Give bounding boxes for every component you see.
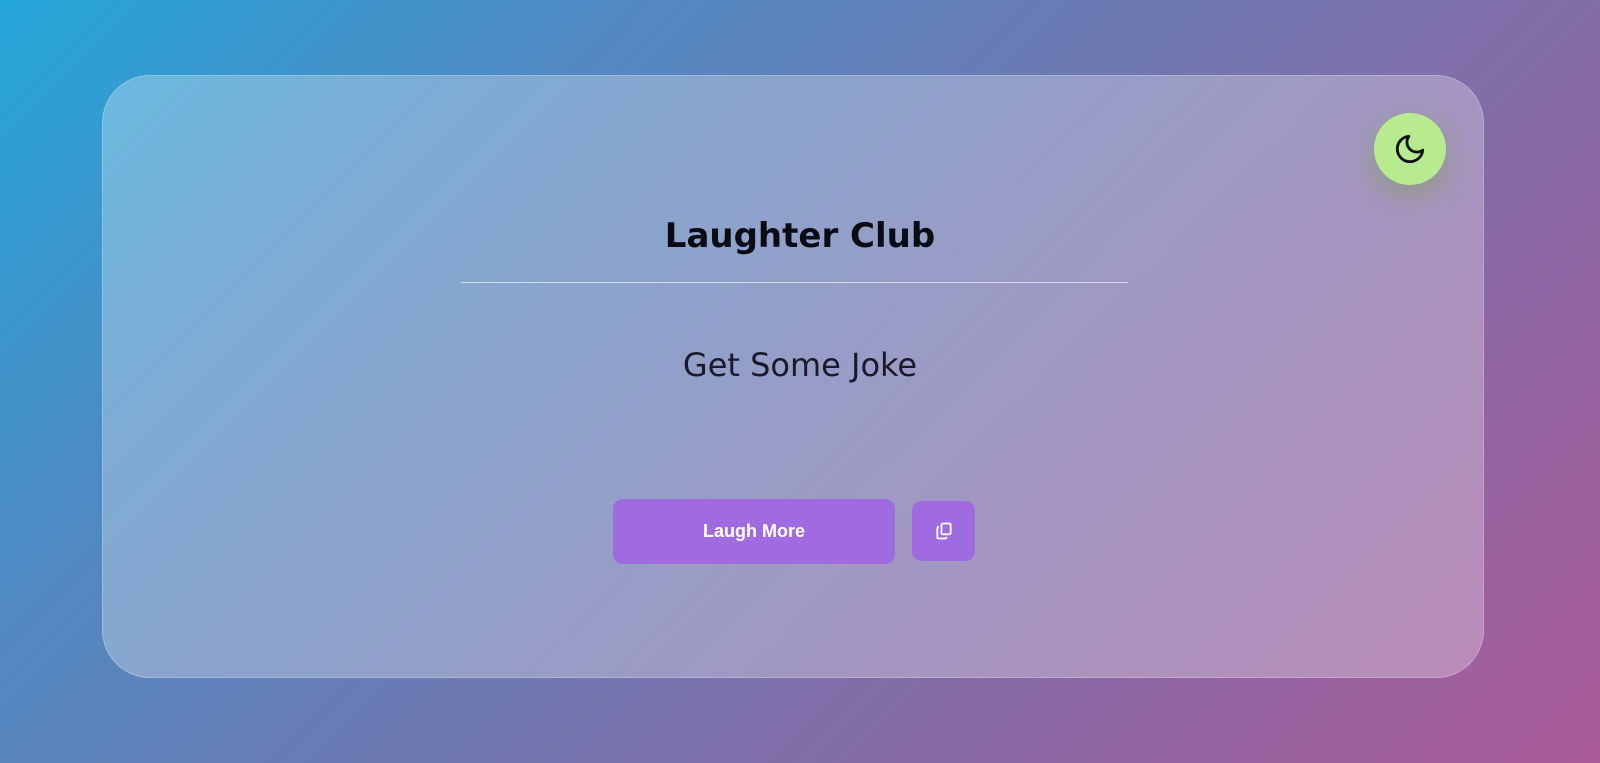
page-title: Laughter Club (664, 216, 936, 256)
joke-text: Get Some Joke (682, 346, 918, 384)
title-divider (461, 282, 1128, 283)
theme-toggle-button[interactable] (1374, 113, 1446, 185)
moon-icon (1395, 134, 1425, 164)
copy-icon (935, 522, 952, 540)
copy-button[interactable] (912, 501, 975, 561)
laugh-more-button[interactable]: Laugh More (613, 499, 895, 564)
